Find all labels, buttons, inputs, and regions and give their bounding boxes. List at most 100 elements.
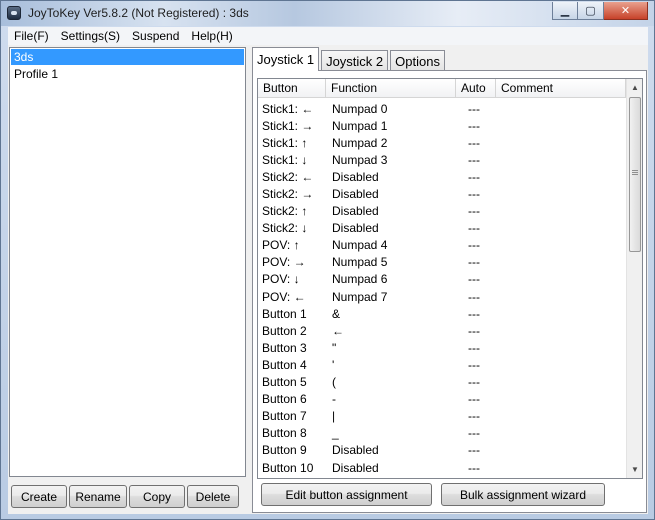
table-row[interactable]: Stick1: ↓ Numpad 3 ---	[258, 151, 628, 168]
table-row[interactable]: Stick2: ↓ Disabled ---	[258, 220, 628, 237]
tab-joystick-2[interactable]: Joystick 2	[321, 50, 389, 71]
button-cell: Stick1: ←	[262, 101, 314, 116]
button-cell: POV: ↓	[262, 272, 300, 287]
close-icon: ✕	[620, 5, 631, 17]
table-row[interactable]: Button 5 (---	[258, 374, 628, 391]
tab-options[interactable]: Options	[390, 50, 445, 71]
joystick-1-panel: Button Function Auto Comment Stick1: ← Nu…	[252, 70, 647, 513]
table-row[interactable]: Button 7 | ---	[258, 408, 628, 425]
auto-cell: ---	[468, 392, 480, 407]
table-row[interactable]: Stick2: ↑ Disabled ---	[258, 203, 628, 220]
menu-help[interactable]: Help(H)	[185, 29, 238, 43]
function-cell: Numpad 6	[332, 272, 388, 287]
auto-cell: ---	[468, 443, 480, 458]
list-rows: Stick1: ← Numpad 0 --- Stick1: → Numpad 1 ---…	[258, 100, 628, 476]
function-cell: |	[332, 409, 336, 424]
profile-item-3ds[interactable]: 3ds	[11, 49, 244, 65]
table-row[interactable]: Button 1 & ---	[258, 305, 628, 322]
copy-button[interactable]: Copy	[129, 485, 185, 508]
button-assignment-list[interactable]: Button Function Auto Comment Stick1: ← Nu…	[257, 78, 643, 479]
table-row[interactable]: POV: ↑ Numpad 4 ---	[258, 237, 628, 254]
table-row[interactable]: POV: ↓ Numpad 6 ---	[258, 271, 628, 288]
rename-button[interactable]: Rename	[69, 485, 127, 508]
minimize-icon: ▁	[560, 5, 570, 17]
table-row[interactable]: Stick1: → Numpad 1 ---	[258, 117, 628, 134]
table-row[interactable]: Button 2 ← ---	[258, 322, 628, 339]
table-row[interactable]: Button 8 _ ---	[258, 425, 628, 442]
auto-cell: ---	[468, 255, 480, 270]
table-row[interactable]: Button 4 ' ---	[258, 356, 628, 373]
function-cell: ←	[332, 323, 344, 338]
tab-strip: Joystick 1 Joystick 2 Options	[252, 47, 447, 71]
auto-cell: ---	[468, 323, 480, 338]
auto-cell: ---	[468, 306, 480, 321]
table-row[interactable]: POV: → Numpad 5 ---	[258, 254, 628, 271]
button-cell: Button 7	[262, 409, 307, 424]
scroll-down-icon[interactable]: ▼	[627, 461, 642, 478]
column-header-auto[interactable]: Auto	[456, 79, 496, 98]
function-cell: (	[332, 375, 336, 390]
minimize-button[interactable]: ▁	[552, 2, 578, 20]
table-row[interactable]: Button 6- ---	[258, 391, 628, 408]
scroll-grip-icon	[632, 170, 638, 176]
table-row[interactable]: Stick1: ↑ Numpad 2 ---	[258, 134, 628, 151]
caption-buttons: ▁ ▢ ✕	[552, 2, 648, 20]
bulk-assignment-wizard-button[interactable]: Bulk assignment wizard	[441, 483, 605, 506]
function-cell: Disabled	[332, 460, 379, 475]
create-button[interactable]: Create	[11, 485, 67, 508]
button-cell: Button 2	[262, 323, 307, 338]
tab-joystick-1[interactable]: Joystick 1	[252, 47, 320, 71]
scroll-thumb[interactable]	[629, 97, 641, 252]
maximize-button[interactable]: ▢	[578, 2, 604, 20]
button-cell: Button 4	[262, 357, 307, 372]
table-row[interactable]: Stick1: ← Numpad 0 ---	[258, 100, 628, 117]
function-cell: &	[332, 306, 341, 321]
auto-cell: ---	[468, 289, 480, 304]
column-header-function[interactable]: Function	[326, 79, 456, 98]
title-bar[interactable]: JoyToKey Ver5.8.2 (Not Registered) : 3ds…	[1, 1, 654, 26]
table-row[interactable]: Stick2: ← Disabled ---	[258, 168, 628, 185]
auto-cell: ---	[468, 187, 480, 202]
function-cell: Numpad 4	[332, 238, 388, 253]
profile-item-profile-1[interactable]: Profile 1	[11, 66, 244, 82]
table-row[interactable]: POV: ← Numpad 7 ---	[258, 288, 628, 305]
button-cell: Button 6	[262, 392, 307, 407]
scroll-up-icon[interactable]: ▲	[627, 79, 642, 96]
table-row[interactable]: Button 3 " ---	[258, 339, 628, 356]
auto-cell: ---	[468, 340, 480, 355]
auto-cell: ---	[468, 426, 480, 441]
profile-list[interactable]: 3ds Profile 1	[9, 47, 246, 477]
auto-cell: ---	[468, 460, 480, 475]
function-cell: Numpad 7	[332, 289, 388, 304]
menu-settings[interactable]: Settings(S)	[55, 29, 126, 43]
table-row[interactable]: Stick2: → Disabled ---	[258, 185, 628, 202]
button-cell: Stick2: →	[262, 187, 314, 202]
function-cell: Numpad 0	[332, 101, 388, 116]
menu-suspend[interactable]: Suspend	[126, 29, 185, 43]
client-area: 3ds Profile 1 Create Rename Copy Delete …	[8, 45, 648, 514]
close-button[interactable]: ✕	[604, 2, 648, 20]
function-cell: '	[332, 357, 335, 372]
table-row[interactable]: Button 10 Disabled ---	[258, 459, 628, 476]
button-cell: POV: ←	[262, 289, 306, 304]
function-cell: Disabled	[332, 169, 379, 184]
vertical-scrollbar[interactable]: ▲ ▼	[626, 79, 642, 478]
function-cell: Disabled	[332, 443, 379, 458]
joystick-app-icon	[7, 6, 21, 20]
delete-button[interactable]: Delete	[187, 485, 239, 508]
table-row[interactable]: Button 9 Disabled ---	[258, 442, 628, 459]
edit-button-assignment-button[interactable]: Edit button assignment	[261, 483, 432, 506]
button-cell: Button 8	[262, 426, 307, 441]
window-title: JoyToKey Ver5.8.2 (Not Registered) : 3ds	[28, 6, 249, 20]
auto-cell: ---	[468, 101, 480, 116]
profile-buttons: Create Rename Copy Delete	[11, 485, 241, 508]
button-cell: Stick1: ↑	[262, 135, 308, 150]
function-cell: Disabled	[332, 187, 379, 202]
auto-cell: ---	[468, 272, 480, 287]
column-header-button[interactable]: Button	[258, 79, 326, 98]
menu-file[interactable]: File(F)	[8, 29, 55, 43]
auto-cell: ---	[468, 375, 480, 390]
column-header-comment[interactable]: Comment	[496, 79, 626, 98]
button-cell: Button 3	[262, 340, 307, 355]
function-cell: Disabled	[332, 221, 379, 236]
